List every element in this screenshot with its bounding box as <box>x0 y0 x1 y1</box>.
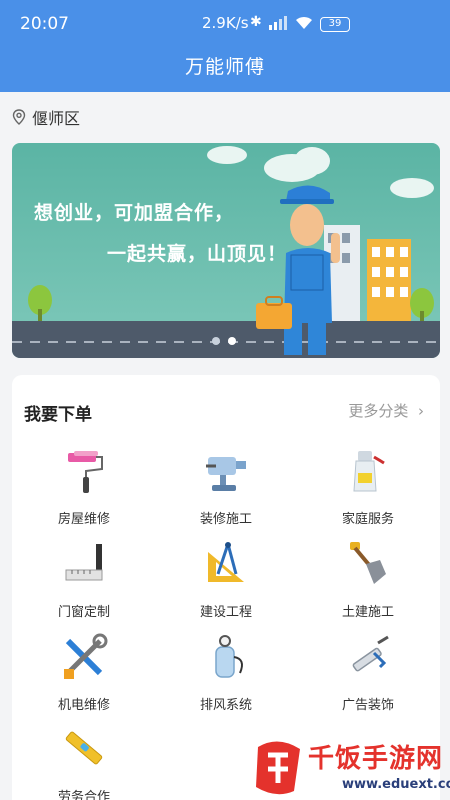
banner-text-line1: 想创业，可加盟合作， <box>34 202 235 224</box>
more-categories-link[interactable]: 更多分类 › <box>348 400 424 421</box>
tools-cross-icon <box>64 633 108 679</box>
watermark: 千饭手游网 www.eduext.com <box>250 735 450 800</box>
vise-icon <box>206 457 246 491</box>
watermark-text: 千饭手游网 <box>308 744 444 774</box>
wifi-icon <box>296 16 312 29</box>
category-civil-works[interactable]: 土建施工 <box>308 540 428 620</box>
location-pin-icon <box>12 109 26 125</box>
order-section-title: 我要下单 <box>24 405 92 425</box>
category-labor-cooperation[interactable]: 劳务合作 <box>24 725 144 800</box>
category-home-service[interactable]: 家庭服务 <box>308 447 428 527</box>
category-house-repair[interactable]: 房屋维修 <box>24 447 144 527</box>
category-label: 装修施工 <box>199 512 252 527</box>
category-renovation[interactable]: 装修施工 <box>166 447 286 527</box>
status-net-speed: 2.9K/s <box>202 14 249 32</box>
category-label: 排风系统 <box>199 698 252 713</box>
banner-text-line2: 一起共赢，山顶见！ <box>107 243 288 265</box>
category-label: 家庭服务 <box>341 512 394 527</box>
cleaning-spray-icon <box>353 451 385 492</box>
category-ventilation[interactable]: 排风系统 <box>166 633 286 713</box>
category-ad-decoration[interactable]: 广告装饰 <box>308 633 428 713</box>
square-ruler-icon <box>65 544 103 581</box>
watermark-url: www.eduext.com <box>342 777 450 792</box>
page-title: 万能师傅 <box>184 56 265 78</box>
status-bar: 20:07 2.9K/s ✱ 39 <box>0 0 450 46</box>
battery-icon: 39 <box>320 17 350 32</box>
chevron-right-icon: › <box>413 402 424 420</box>
compass-ruler-icon <box>208 542 244 582</box>
category-door-window[interactable]: 门窗定制 <box>24 540 144 620</box>
status-time: 20:07 <box>20 14 69 34</box>
category-label: 门窗定制 <box>57 605 110 620</box>
pressure-tank-icon <box>215 635 243 678</box>
signal-icon <box>269 16 287 30</box>
location-name: 偃师区 <box>32 109 81 128</box>
watermark-logo-icon <box>256 741 300 795</box>
promo-banner[interactable]: 想创业，可加盟合作， 一起共赢，山顶见！ <box>12 143 440 358</box>
category-construction-engineering[interactable]: 建设工程 <box>166 540 286 620</box>
paint-roller-icon <box>68 451 103 493</box>
more-categories-label: 更多分类 <box>348 402 409 420</box>
shovel-icon <box>350 542 386 584</box>
category-electromechanical[interactable]: 机电维修 <box>24 633 144 713</box>
category-label: 劳务合作 <box>57 790 110 800</box>
location-selector[interactable]: 偃师区 <box>12 106 80 128</box>
category-label: 机电维修 <box>57 698 110 713</box>
app-header: 20:07 2.9K/s ✱ 39 万能师傅 <box>0 0 450 92</box>
caulk-gun-icon <box>352 635 389 672</box>
bluetooth-icon: ✱ <box>250 14 262 30</box>
category-label: 土建施工 <box>341 605 394 620</box>
pagination-dot[interactable] <box>212 337 220 345</box>
pagination-dot-active[interactable] <box>228 337 236 345</box>
category-label: 广告装饰 <box>341 698 394 713</box>
banner-pagination <box>212 337 236 345</box>
category-label: 建设工程 <box>199 605 252 620</box>
level-tool-icon <box>65 731 103 765</box>
category-label: 房屋维修 <box>57 512 110 527</box>
